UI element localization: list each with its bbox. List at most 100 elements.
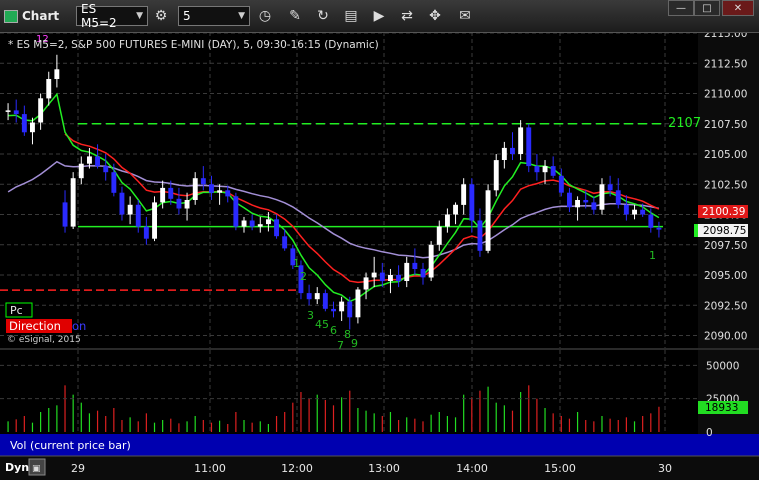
count-label: 4	[315, 318, 322, 331]
count-label: 6	[330, 324, 337, 337]
count-label: 8	[344, 328, 351, 341]
pencil-icon[interactable]: ✎	[284, 6, 306, 26]
candle-body	[62, 202, 68, 227]
candle-body	[428, 244, 434, 278]
last-price-value: 2098.75	[703, 225, 746, 237]
time-tick-label: 11:00	[194, 462, 226, 475]
chart-description[interactable]: * ES M5=2, S&P 500 FUTURES E-MINI (DAY),…	[8, 39, 379, 51]
price-tick-label: 2110.00	[704, 89, 747, 101]
candle-body	[412, 262, 418, 269]
chevron-down-icon: ▼	[136, 11, 143, 21]
candle-body	[371, 272, 377, 278]
candle-body	[591, 202, 597, 210]
symbol-selector[interactable]: ES M5=2 ▼	[76, 2, 148, 30]
tools-icon[interactable]: ✥	[424, 6, 446, 26]
price-tick-label: 2105.00	[704, 149, 747, 161]
pc-legend-label: Pc	[10, 304, 23, 317]
price-tick-label: 2112.50	[704, 58, 747, 70]
symbol-value: ES M5=2	[81, 2, 117, 30]
price-tick-label: 2102.50	[704, 179, 747, 191]
dyn-toggle-glyph: ▣	[32, 464, 41, 474]
copyright: © eSignal, 2015	[7, 335, 81, 345]
clock-icon[interactable]: ◷	[254, 6, 276, 26]
price-tick-label: 2095.00	[704, 270, 747, 282]
candle-body	[103, 166, 109, 173]
candle-body	[70, 178, 76, 227]
candle-body	[339, 301, 345, 312]
candle-body	[257, 224, 263, 227]
candle-body	[119, 192, 125, 215]
candle-body	[363, 277, 369, 290]
candle-body	[493, 160, 499, 191]
chart-title-label: Chart	[22, 9, 60, 23]
candle-body	[143, 226, 149, 239]
candle-body	[550, 166, 556, 176]
price-tick-label: 2107.50	[704, 119, 747, 131]
candle-body	[225, 190, 231, 197]
interval-selector[interactable]: 5 ▼	[178, 6, 250, 26]
candle-body	[510, 147, 515, 154]
close-button[interactable]: ✕	[722, 0, 754, 16]
candle-body	[21, 114, 27, 133]
candle-body	[306, 293, 312, 300]
candle-body	[209, 184, 214, 193]
time-tick-label: 12:00	[281, 462, 313, 475]
candle-body	[135, 204, 141, 227]
candle-body	[453, 204, 458, 215]
refresh-icon[interactable]: ↻	[312, 6, 334, 26]
candle-body	[648, 214, 654, 228]
price-tick-label: 2092.50	[704, 300, 747, 312]
candle-body	[436, 226, 442, 245]
candle-body	[501, 147, 507, 160]
candle-body	[485, 190, 491, 251]
volume-study-label[interactable]: Vol (current price bar)	[10, 439, 131, 452]
play-icon[interactable]: ▶	[368, 6, 390, 26]
candle-body	[640, 209, 646, 215]
candle-body	[615, 190, 621, 205]
count-label: 1	[293, 257, 300, 270]
candle-body	[241, 220, 247, 227]
symbol-settings-icon[interactable]: ⚙	[150, 6, 172, 26]
candle-body	[599, 184, 605, 210]
chart-title[interactable]: Chart	[4, 6, 59, 26]
candle-body	[331, 308, 336, 312]
candle-body	[78, 163, 84, 179]
candle-body	[461, 184, 467, 205]
maximize-button[interactable]: □	[694, 0, 720, 16]
volume-tick-label: 50000	[706, 360, 739, 372]
time-tick-label: 13:00	[368, 462, 400, 475]
candle-body	[176, 198, 182, 209]
candle-body	[87, 156, 92, 164]
study-icon[interactable]: ▤	[340, 6, 362, 26]
direction-legend-suffix: on	[72, 319, 86, 333]
volume-tick-label: 0	[706, 427, 713, 439]
chart-toolbar: Chart ES M5=2 ▼ ⚙ 5 ▼ ◷ ✎ ↻ ▤ ▶ ⇄ ✥ ✉ — …	[0, 0, 759, 33]
candle-body	[160, 187, 166, 203]
candle-body	[607, 184, 613, 191]
time-tick-label: 15:00	[544, 462, 576, 475]
candle-body	[168, 187, 174, 199]
candle-body	[46, 79, 52, 99]
time-tick-label: 30	[658, 462, 672, 475]
dyn-label[interactable]: Dyn	[5, 461, 29, 474]
chart-canvas: 2115.002112.502110.002107.502105.002102.…	[0, 28, 759, 480]
candle-body	[322, 293, 328, 309]
count-label: 7	[337, 339, 344, 352]
comment-icon[interactable]: ✉	[454, 6, 476, 26]
candle-body	[518, 127, 524, 154]
candle-body	[388, 275, 393, 281]
candle-body	[575, 200, 580, 208]
count-label: 1	[649, 249, 656, 262]
candle-body	[152, 202, 157, 239]
candle-body	[534, 166, 540, 173]
candle-body	[30, 122, 35, 133]
candle-body	[445, 214, 450, 227]
candle-body	[127, 204, 133, 215]
candle-body	[469, 184, 475, 221]
minimize-button[interactable]: —	[668, 0, 694, 16]
chart-window-icon	[4, 9, 18, 23]
time-tick-label: 29	[71, 462, 85, 475]
sync-icon[interactable]: ⇄	[396, 6, 418, 26]
candle-body	[249, 220, 255, 227]
price-tick-label: 2090.00	[704, 331, 747, 343]
